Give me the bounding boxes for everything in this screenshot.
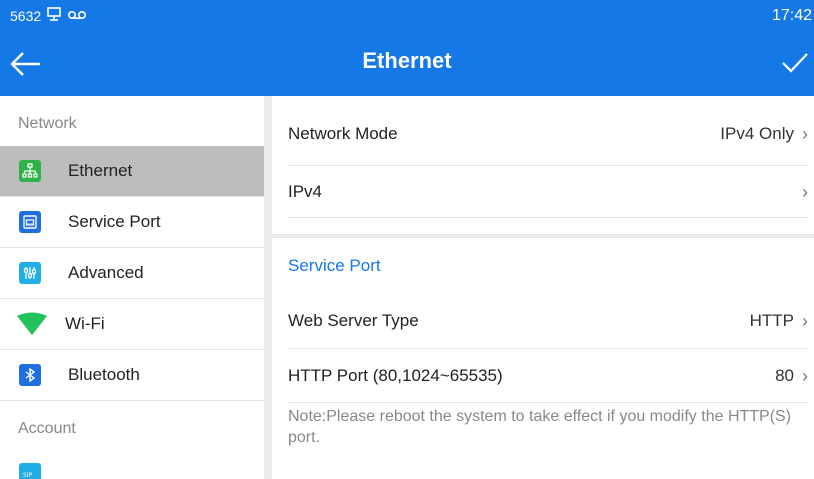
status-bar: 5632 17:42 [0, 0, 814, 30]
screen-icon [46, 7, 62, 24]
chevron-right-icon: › [802, 181, 808, 202]
sidebar-item-advanced[interactable]: Advanced [0, 248, 264, 299]
confirm-button[interactable] [780, 48, 810, 78]
check-icon [782, 53, 808, 73]
status-left: 5632 [10, 7, 87, 24]
divider [288, 217, 808, 218]
bluetooth-icon [19, 364, 41, 386]
status-id-text: 5632 [10, 7, 42, 24]
ipv4-label: IPv4 [288, 182, 323, 201]
sidebar-section-account: Account [18, 420, 76, 437]
http-port-row[interactable]: HTTP Port (80,1024~65535) 80 › [288, 350, 808, 402]
network-mode-value: IPv4 Only [720, 124, 794, 143]
sidebar-item-ethernet[interactable]: Ethernet [0, 146, 264, 197]
sidebar: Network Ethernet Service Port Advanced W… [0, 96, 264, 479]
network-mode-row[interactable]: Network Mode IPv4 Only › [288, 108, 808, 160]
pane-divider [264, 96, 272, 479]
service-port-card: Service Port Web Server Type HTTP › HTTP… [272, 238, 814, 479]
sidebar-item-service-port[interactable]: Service Port [0, 197, 264, 248]
http-port-label: HTTP Port (80,1024~65535) [288, 366, 503, 385]
wifi-icon [16, 312, 48, 336]
sidebar-item-label: Service Port [68, 212, 161, 231]
service-port-icon [19, 211, 41, 233]
note-text: Note:Please reboot the system to take ef… [288, 408, 792, 446]
ipv4-row[interactable]: IPv4 › [288, 166, 808, 218]
sidebar-item-label: Wi-Fi [65, 314, 105, 333]
sidebar-item-partial[interactable]: SIP [0, 451, 264, 479]
sip-icon: SIP [19, 463, 41, 479]
status-time: 17:42 [771, 7, 812, 24]
web-server-type-row[interactable]: Web Server Type HTTP › [288, 295, 808, 347]
web-server-type-label: Web Server Type [288, 311, 419, 330]
http-port-value: 80 [775, 366, 794, 385]
sidebar-section-network: Network [18, 115, 77, 132]
divider [288, 348, 808, 349]
svg-text:SIP: SIP [23, 472, 33, 479]
sidebar-item-bluetooth[interactable]: Bluetooth [0, 350, 264, 401]
sidebar-item-label: Ethernet [68, 161, 133, 180]
page-title: Ethernet [362, 48, 452, 73]
network-card: Network Mode IPv4 Only › IPv4 › [272, 96, 814, 234]
voicemail-icon [67, 8, 87, 24]
title-bar: Ethernet [0, 30, 814, 96]
chevron-right-icon: › [802, 365, 808, 386]
web-server-type-value: HTTP [749, 311, 794, 330]
section-title-service-port: Service Port [288, 256, 381, 275]
chevron-right-icon: › [802, 310, 808, 331]
divider [288, 402, 808, 403]
chevron-right-icon: › [802, 123, 808, 144]
sidebar-item-label: Advanced [68, 263, 144, 282]
sidebar-item-wifi[interactable]: Wi-Fi [0, 299, 264, 350]
ethernet-icon [19, 160, 41, 182]
network-mode-label: Network Mode [288, 124, 398, 143]
sidebar-item-label: Bluetooth [68, 365, 140, 384]
advanced-icon [19, 262, 41, 284]
